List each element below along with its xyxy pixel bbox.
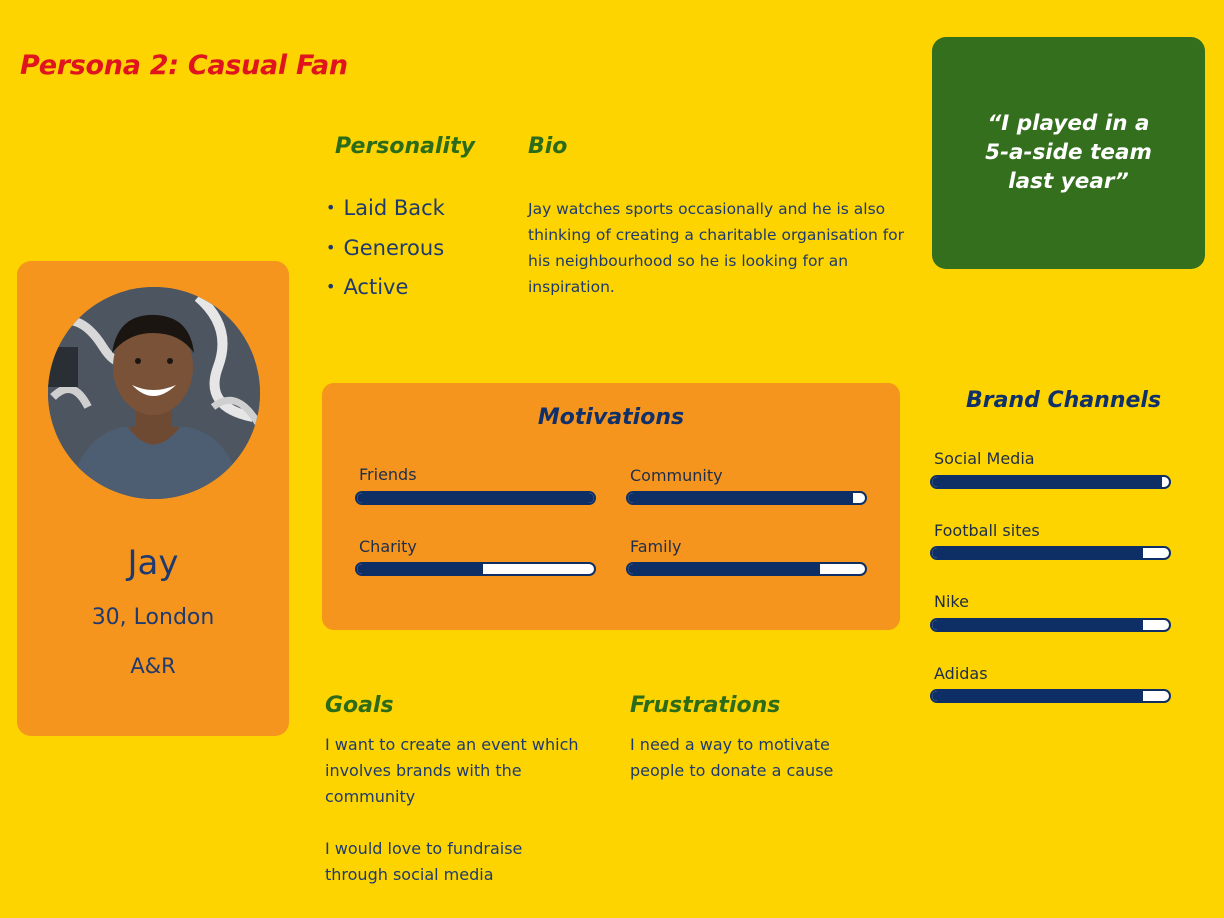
channel-bar-fill <box>932 620 1143 630</box>
channel-bar <box>930 618 1171 632</box>
frustrations-heading: Frustrations <box>630 693 781 718</box>
goals-paragraph: I would love to fundraise through social… <box>325 839 523 884</box>
motivation-bar-fill <box>628 493 854 503</box>
personality-heading: Personality <box>335 134 475 159</box>
avatar-photo <box>48 287 260 499</box>
motivation-label: Family <box>630 537 682 556</box>
quote-box: “I played in a 5-a-side team last year” <box>932 37 1205 269</box>
motivation-bar <box>355 491 596 505</box>
channel-label: Social Media <box>934 449 1035 468</box>
list-item: Laid Back <box>326 195 445 235</box>
trait-label: Generous <box>343 235 445 260</box>
channel-label: Nike <box>934 592 969 611</box>
goals-heading: Goals <box>325 693 394 718</box>
channel-bar <box>930 689 1171 703</box>
profile-age-location: 30, London <box>91 605 215 630</box>
motivations-heading: Motivations <box>537 405 685 430</box>
motivation-bar-fill <box>357 493 594 503</box>
personality-list: Laid Back Generous Active <box>326 195 445 314</box>
quote-text: “I played in a 5-a-side team last year” <box>952 109 1185 196</box>
channel-bar <box>930 546 1171 560</box>
profile-occupation: A&R <box>130 654 176 678</box>
quote-line: last year” <box>1008 169 1129 194</box>
bio-heading: Bio <box>528 134 568 159</box>
page-title: Persona 2: Casual Fan <box>20 50 348 81</box>
brand-channels-heading: Brand Channels <box>966 388 1162 413</box>
profile-name: Jay <box>127 543 179 583</box>
avatar <box>48 287 260 499</box>
bio-text: Jay watches sports occasionally and he i… <box>528 200 905 296</box>
motivation-label: Charity <box>359 537 417 556</box>
motivation-label: Friends <box>359 465 417 484</box>
motivation-bar <box>626 562 867 576</box>
quote-line: “I played in a <box>987 111 1150 136</box>
profile-card: Jay 30, London A&R <box>17 261 289 736</box>
frustrations-text: I need a way to motivate people to donat… <box>630 735 834 780</box>
channel-bar <box>930 475 1171 489</box>
motivations-panel: Motivations Friends Community Charity Fa… <box>322 383 900 630</box>
motivation-bar <box>355 562 596 576</box>
motivation-bar <box>626 491 867 505</box>
list-item: Generous <box>326 235 445 275</box>
quote-line: 5-a-side team <box>985 140 1152 165</box>
motivation-label: Community <box>630 466 723 485</box>
trait-label: Active <box>343 275 409 299</box>
list-item: Active <box>326 274 445 314</box>
channel-bar-fill <box>932 548 1143 558</box>
channel-bar-fill <box>932 691 1143 701</box>
channel-label: Football sites <box>934 521 1040 540</box>
goals-paragraph: I want to create an event which involves… <box>325 735 579 806</box>
channel-bar-fill <box>932 477 1162 487</box>
motivation-bar-fill <box>628 564 820 574</box>
motivation-bar-fill <box>357 564 483 574</box>
trait-label: Laid Back <box>343 196 445 220</box>
channel-label: Adidas <box>934 664 988 683</box>
